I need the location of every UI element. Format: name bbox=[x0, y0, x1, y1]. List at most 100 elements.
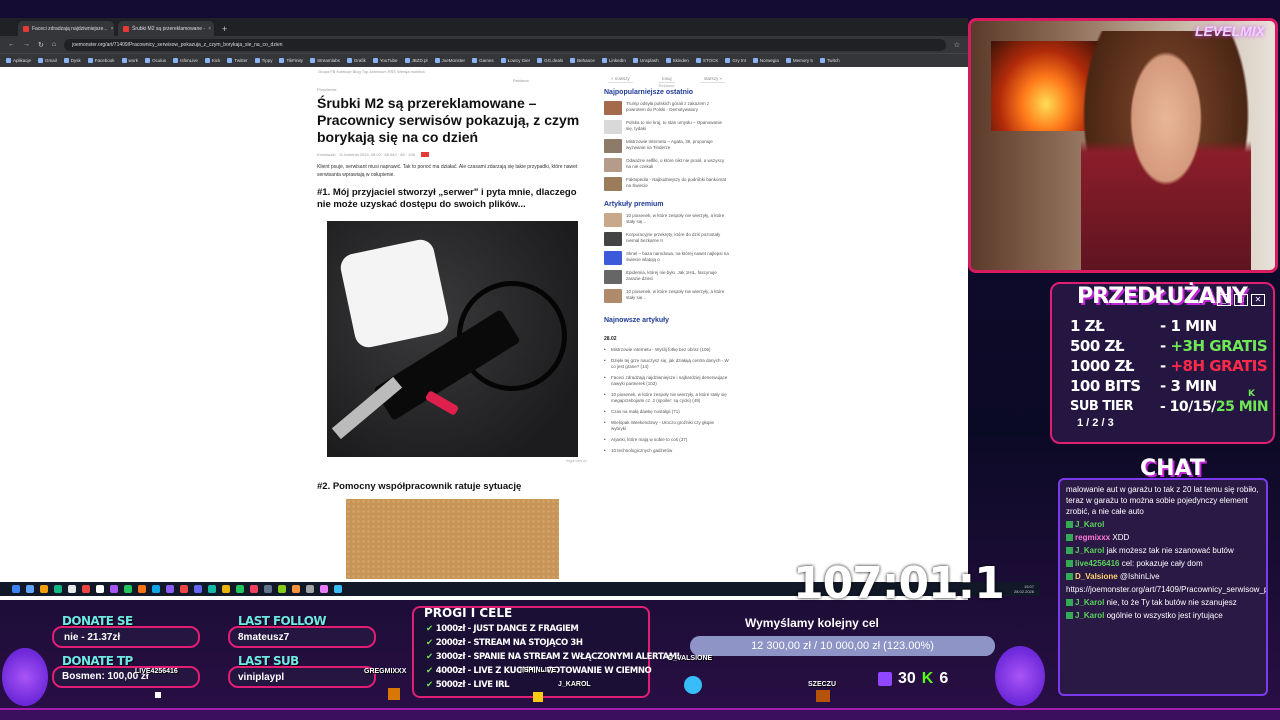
article-link[interactable]: 10 piosenek, w które zespoły nie wierzył… bbox=[611, 392, 729, 404]
taskbar-app-icon[interactable] bbox=[264, 585, 272, 593]
taskbar-app-icon[interactable] bbox=[166, 585, 174, 593]
taskbar-app-icon[interactable] bbox=[68, 585, 76, 593]
bookmark-item[interactable]: GG.deals bbox=[537, 58, 563, 63]
article-link[interactable]: Trump odsyła polskich górali z zakazem z… bbox=[626, 101, 729, 113]
bookmark-item[interactable]: Skinden bbox=[665, 58, 689, 63]
sidebar-article[interactable]: Polska to nie kraj, to stan umysłu – Opa… bbox=[604, 120, 729, 134]
bookmark-item[interactable]: Facebook bbox=[87, 58, 115, 63]
taskbar-app-icon[interactable] bbox=[40, 585, 48, 593]
taskbar-app-icon[interactable] bbox=[124, 585, 132, 593]
url-input[interactable]: joemonster.org/art/71409/Pracownicy_serw… bbox=[64, 38, 946, 51]
new-tab-button[interactable]: + bbox=[218, 24, 231, 36]
bookmark-item[interactable]: Gmail bbox=[38, 58, 57, 63]
bookmark-item[interactable]: IshinLive bbox=[173, 58, 198, 63]
article-link[interactable]: Faktopedia - Najbudniejszy do podróbki b… bbox=[626, 177, 729, 189]
system-clock[interactable]: 15:07 28.02.2026 bbox=[1014, 584, 1040, 594]
breadcrumb[interactable]: Przyziemie bbox=[317, 87, 593, 92]
bookmark-item[interactable]: YouTube bbox=[372, 58, 398, 63]
bookmark-item[interactable]: Dysk bbox=[63, 58, 81, 63]
bookmark-item[interactable]: Behance bbox=[570, 58, 595, 63]
article-link[interactable]: 10 piosenek, w które zespoły nie wierzył… bbox=[626, 289, 729, 301]
sidebar-article[interactable]: Trump odsyła polskich górali z zakazem z… bbox=[604, 101, 729, 115]
newest-article[interactable]: • Czas na małą dawkę nostalgii (71) bbox=[604, 409, 729, 415]
older-link[interactable]: starszy » bbox=[700, 75, 725, 83]
random-link[interactable]: losuj bbox=[659, 75, 675, 83]
bookmark-item[interactable]: Norwegia bbox=[752, 58, 779, 63]
taskbar-app-icon[interactable] bbox=[82, 585, 90, 593]
sidebar-article[interactable]: Odważne selfiki, o które nikt nie prosił… bbox=[604, 158, 729, 172]
taskbar-app-icon[interactable] bbox=[278, 585, 286, 593]
bookmark-item[interactable]: LinkedIn bbox=[601, 58, 626, 63]
taskbar-app-icon[interactable] bbox=[152, 585, 160, 593]
star-icon[interactable]: ☆ bbox=[954, 41, 960, 49]
bookmark-item[interactable]: Tippy bbox=[254, 58, 272, 63]
article-link[interactable]: Faceci zdradzają najdziwniejsze i najbar… bbox=[611, 375, 729, 387]
article-link[interactable]: 10 technologicznych gadżetów bbox=[611, 448, 672, 454]
taskbar-app-icon[interactable] bbox=[54, 585, 62, 593]
article-link[interactable]: Wielopak Weekendowy - Uroczo groźniki cz… bbox=[611, 420, 729, 432]
article-link[interactable]: Korporacyjne przekręty, które do dziś po… bbox=[626, 232, 729, 244]
article-link[interactable]: Mistrzowie Internetu – Agata, 38, propon… bbox=[626, 139, 729, 151]
reload-icon[interactable]: ↻ bbox=[38, 41, 44, 49]
taskbar-app-icon[interactable] bbox=[194, 585, 202, 593]
sidebar-article[interactable]: Mistrzowie Internetu – Agata, 38, propon… bbox=[604, 139, 729, 153]
bookmark-item[interactable]: JBZD.pl bbox=[404, 58, 428, 63]
article-link[interactable]: Sknel – baza narodowa, na której nawet n… bbox=[626, 251, 729, 263]
taskbar-app-icon[interactable] bbox=[250, 585, 258, 593]
bookmark-item[interactable]: Games bbox=[472, 58, 494, 63]
forward-icon[interactable]: → bbox=[23, 41, 30, 48]
taskbar-app-icon[interactable] bbox=[138, 585, 146, 593]
taskbar-app-icon[interactable] bbox=[12, 585, 20, 593]
bookmark-item[interactable]: STOCK bbox=[695, 58, 718, 63]
bookmark-item[interactable]: JoeMonster bbox=[434, 58, 465, 63]
home-icon[interactable]: ⌂ bbox=[52, 41, 56, 48]
bookmark-item[interactable]: Gry tnt bbox=[725, 58, 746, 63]
article-link[interactable]: Polska to nie kraj, to stan umysłu – Opa… bbox=[626, 120, 729, 132]
taskbar-app-icon[interactable] bbox=[96, 585, 104, 593]
bookmark-item[interactable]: Streamlabs bbox=[310, 58, 340, 63]
bookmark-item[interactable]: Grafik bbox=[346, 58, 366, 63]
taskbar-app-icon[interactable] bbox=[236, 585, 244, 593]
close-icon[interactable]: × bbox=[111, 26, 114, 32]
taskbar-app-icon[interactable] bbox=[208, 585, 216, 593]
article-link[interactable]: Mistrzowie internetu - Wyślij fotkę bez … bbox=[611, 347, 711, 353]
newest-article[interactable]: • 10 technologicznych gadżetów bbox=[604, 448, 729, 454]
bookmark-item[interactable]: Twitter bbox=[227, 58, 248, 63]
article-link[interactable]: 10 piosenek, w które zespoły nie wierzył… bbox=[626, 213, 729, 225]
bookmark-item[interactable]: Twitch bbox=[819, 58, 840, 63]
taskbar-app-icon[interactable] bbox=[306, 585, 314, 593]
article-link[interactable]: Arjanki, które mają w sobie to coś (37) bbox=[611, 437, 687, 443]
article-link[interactable]: Czas na małą dawkę nostalgii (71) bbox=[611, 409, 680, 415]
bookmark-item[interactable]: TikFinity bbox=[279, 58, 303, 63]
newer-link[interactable]: « nowszy bbox=[608, 75, 633, 83]
newest-article[interactable]: • Arjanki, które mają w sobie to coś (37) bbox=[604, 437, 729, 443]
bookmark-item[interactable]: work bbox=[121, 58, 138, 63]
newest-article[interactable]: • Faceci zdradzają najdziwniejsze i najba… bbox=[604, 375, 729, 387]
taskbar-app-icon[interactable] bbox=[320, 585, 328, 593]
sidebar-article[interactable]: Faktopedia - Najbudniejszy do podróbki b… bbox=[604, 177, 729, 191]
newest-article[interactable]: • 10 piosenek, w które zespoły nie wierzy… bbox=[604, 392, 729, 404]
taskbar-app-icon[interactable] bbox=[334, 585, 342, 593]
sidebar-article[interactable]: 10 piosenek, w które zespoły nie wierzył… bbox=[604, 289, 729, 303]
taskbar-app-icon[interactable] bbox=[110, 585, 118, 593]
back-icon[interactable]: ← bbox=[8, 41, 15, 48]
bookmark-item[interactable]: Unsplash bbox=[632, 58, 659, 63]
sidebar-article[interactable]: Sknel – baza narodowa, na której nawet n… bbox=[604, 251, 729, 265]
taskbar-app-icon[interactable] bbox=[292, 585, 300, 593]
sidebar-article[interactable]: Korporacyjne przekręty, które do dziś po… bbox=[604, 232, 729, 246]
newest-article[interactable]: • Mistrzowie internetu - Wyślij fotkę bez… bbox=[604, 347, 729, 353]
article-link[interactable]: Odważne selfiki, o które nikt nie prosił… bbox=[626, 158, 729, 170]
bookmark-item[interactable]: Kick bbox=[204, 58, 220, 63]
sidebar-article[interactable]: 10 piosenek, w które zespoły nie wierzył… bbox=[604, 213, 729, 227]
close-icon[interactable]: × bbox=[208, 26, 211, 32]
bookmark-item[interactable]: Łowcy Gier bbox=[500, 58, 530, 63]
bookmark-item[interactable]: Aplikacje bbox=[6, 58, 31, 63]
bookmark-item[interactable]: Oculus bbox=[145, 58, 166, 63]
bookmark-item[interactable]: Memory 5 bbox=[785, 58, 813, 63]
tab-srubki[interactable]: Śrubki M2 są przereklamowane - × bbox=[118, 21, 214, 36]
newest-article[interactable]: • Wielopak Weekendowy - Uroczo groźniki c… bbox=[604, 420, 729, 432]
article-link[interactable]: Dzięki tej grze nauczysz się, jak działa… bbox=[611, 358, 729, 370]
tab-faceci[interactable]: Faceci zdradzają najdziwniejsze... × bbox=[18, 21, 114, 36]
sidebar-article[interactable]: Epidemia, której nie było. Jak 1HIL, fas… bbox=[604, 270, 729, 284]
taskbar-app-icon[interactable] bbox=[222, 585, 230, 593]
